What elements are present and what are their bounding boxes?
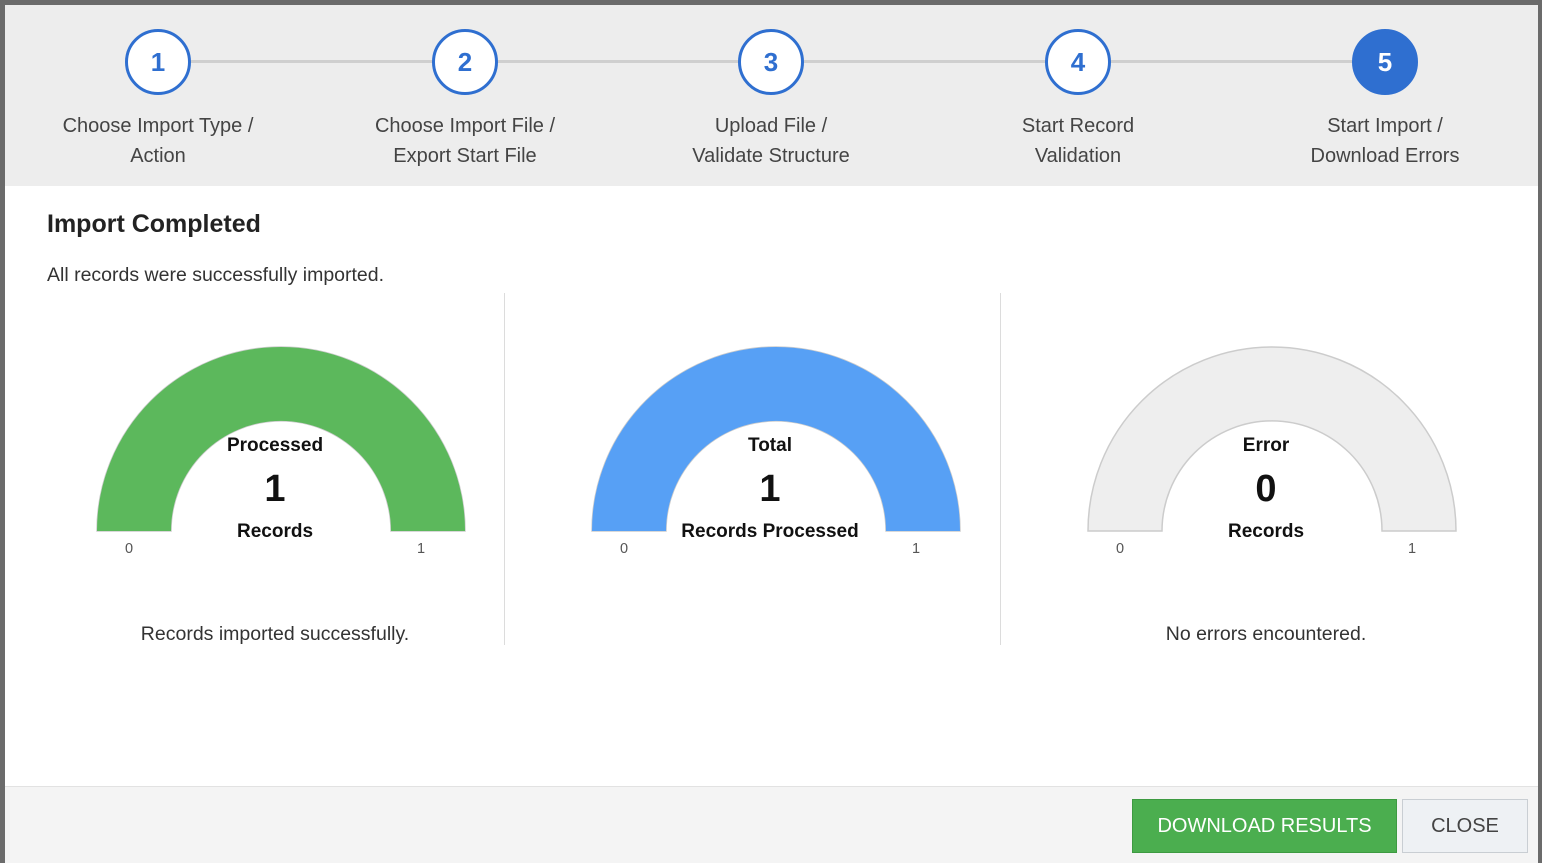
close-button[interactable]: CLOSE (1402, 799, 1528, 853)
import-summary: Import Completed All records were succes… (47, 210, 384, 287)
step-1: 1 Choose Import Type / Action (28, 29, 288, 171)
gauge-caption: Records imported successfully. (140, 623, 410, 645)
error-gauge-panel: Error 0 Records 0 1 No errors encountere… (1056, 335, 1476, 655)
gauge-min-label: 0 (620, 541, 629, 557)
gauge-value: 0 (1255, 468, 1277, 510)
download-results-button[interactable]: DOWNLOAD RESULTS (1132, 799, 1397, 853)
gauge-unit: Records (1227, 521, 1305, 542)
step-2: 2 Choose Import File / Export Start File (335, 29, 595, 171)
gauge-unit: Records Processed (681, 521, 859, 542)
gauge-max-label: 1 (417, 541, 426, 557)
step-2-label: Choose Import File / Export Start File (374, 115, 556, 167)
processed-gauge-panel: Processed 1 Records 0 1 Records imported… (65, 335, 485, 655)
gauge-max-label: 1 (1408, 541, 1417, 557)
wizard-stepper: 1 Choose Import Type / Action 2 Choose I… (5, 5, 1538, 186)
step-2-circle: 2 (432, 29, 498, 95)
step-3-label: Upload File / Validate Structure (692, 115, 850, 167)
import-wizard-modal: 1 Choose Import Type / Action 2 Choose I… (5, 5, 1538, 863)
panel-divider (1000, 293, 1001, 645)
gauge-label: Total (748, 435, 792, 456)
gauge-unit: Records (236, 521, 314, 542)
step-4: 4 Start Record Validation (948, 29, 1208, 171)
gauge-min-label: 0 (1116, 541, 1125, 557)
total-gauge-panel: Total 1 Records Processed 0 1 (560, 335, 980, 655)
gauge-value: 1 (759, 468, 781, 510)
step-4-circle: 4 (1045, 29, 1111, 95)
gauge-label: Error (1242, 435, 1290, 456)
step-5-label: Start Import / Download Errors (1310, 115, 1460, 167)
gauge-min-label: 0 (125, 541, 134, 557)
modal-footer: DOWNLOAD RESULTS CLOSE (5, 786, 1538, 863)
step-5: 5 Start Import / Download Errors (1255, 29, 1515, 171)
gauge-caption: No errors encountered. (1165, 623, 1367, 645)
step-4-label: Start Record Validation (1021, 115, 1135, 167)
page-title: Import Completed (47, 210, 261, 238)
gauge-value: 1 (264, 468, 286, 510)
step-1-label: Choose Import Type / Action (62, 115, 254, 167)
gauge-label: Processed (226, 435, 324, 456)
panel-divider (504, 293, 505, 645)
page-subtitle: All records were successfully imported. (47, 264, 385, 286)
gauge-max-label: 1 (912, 541, 921, 557)
step-3: 3 Upload File / Validate Structure (641, 29, 901, 171)
step-1-circle: 1 (125, 29, 191, 95)
step-3-circle: 3 (738, 29, 804, 95)
step-5-circle: 5 (1352, 29, 1418, 95)
